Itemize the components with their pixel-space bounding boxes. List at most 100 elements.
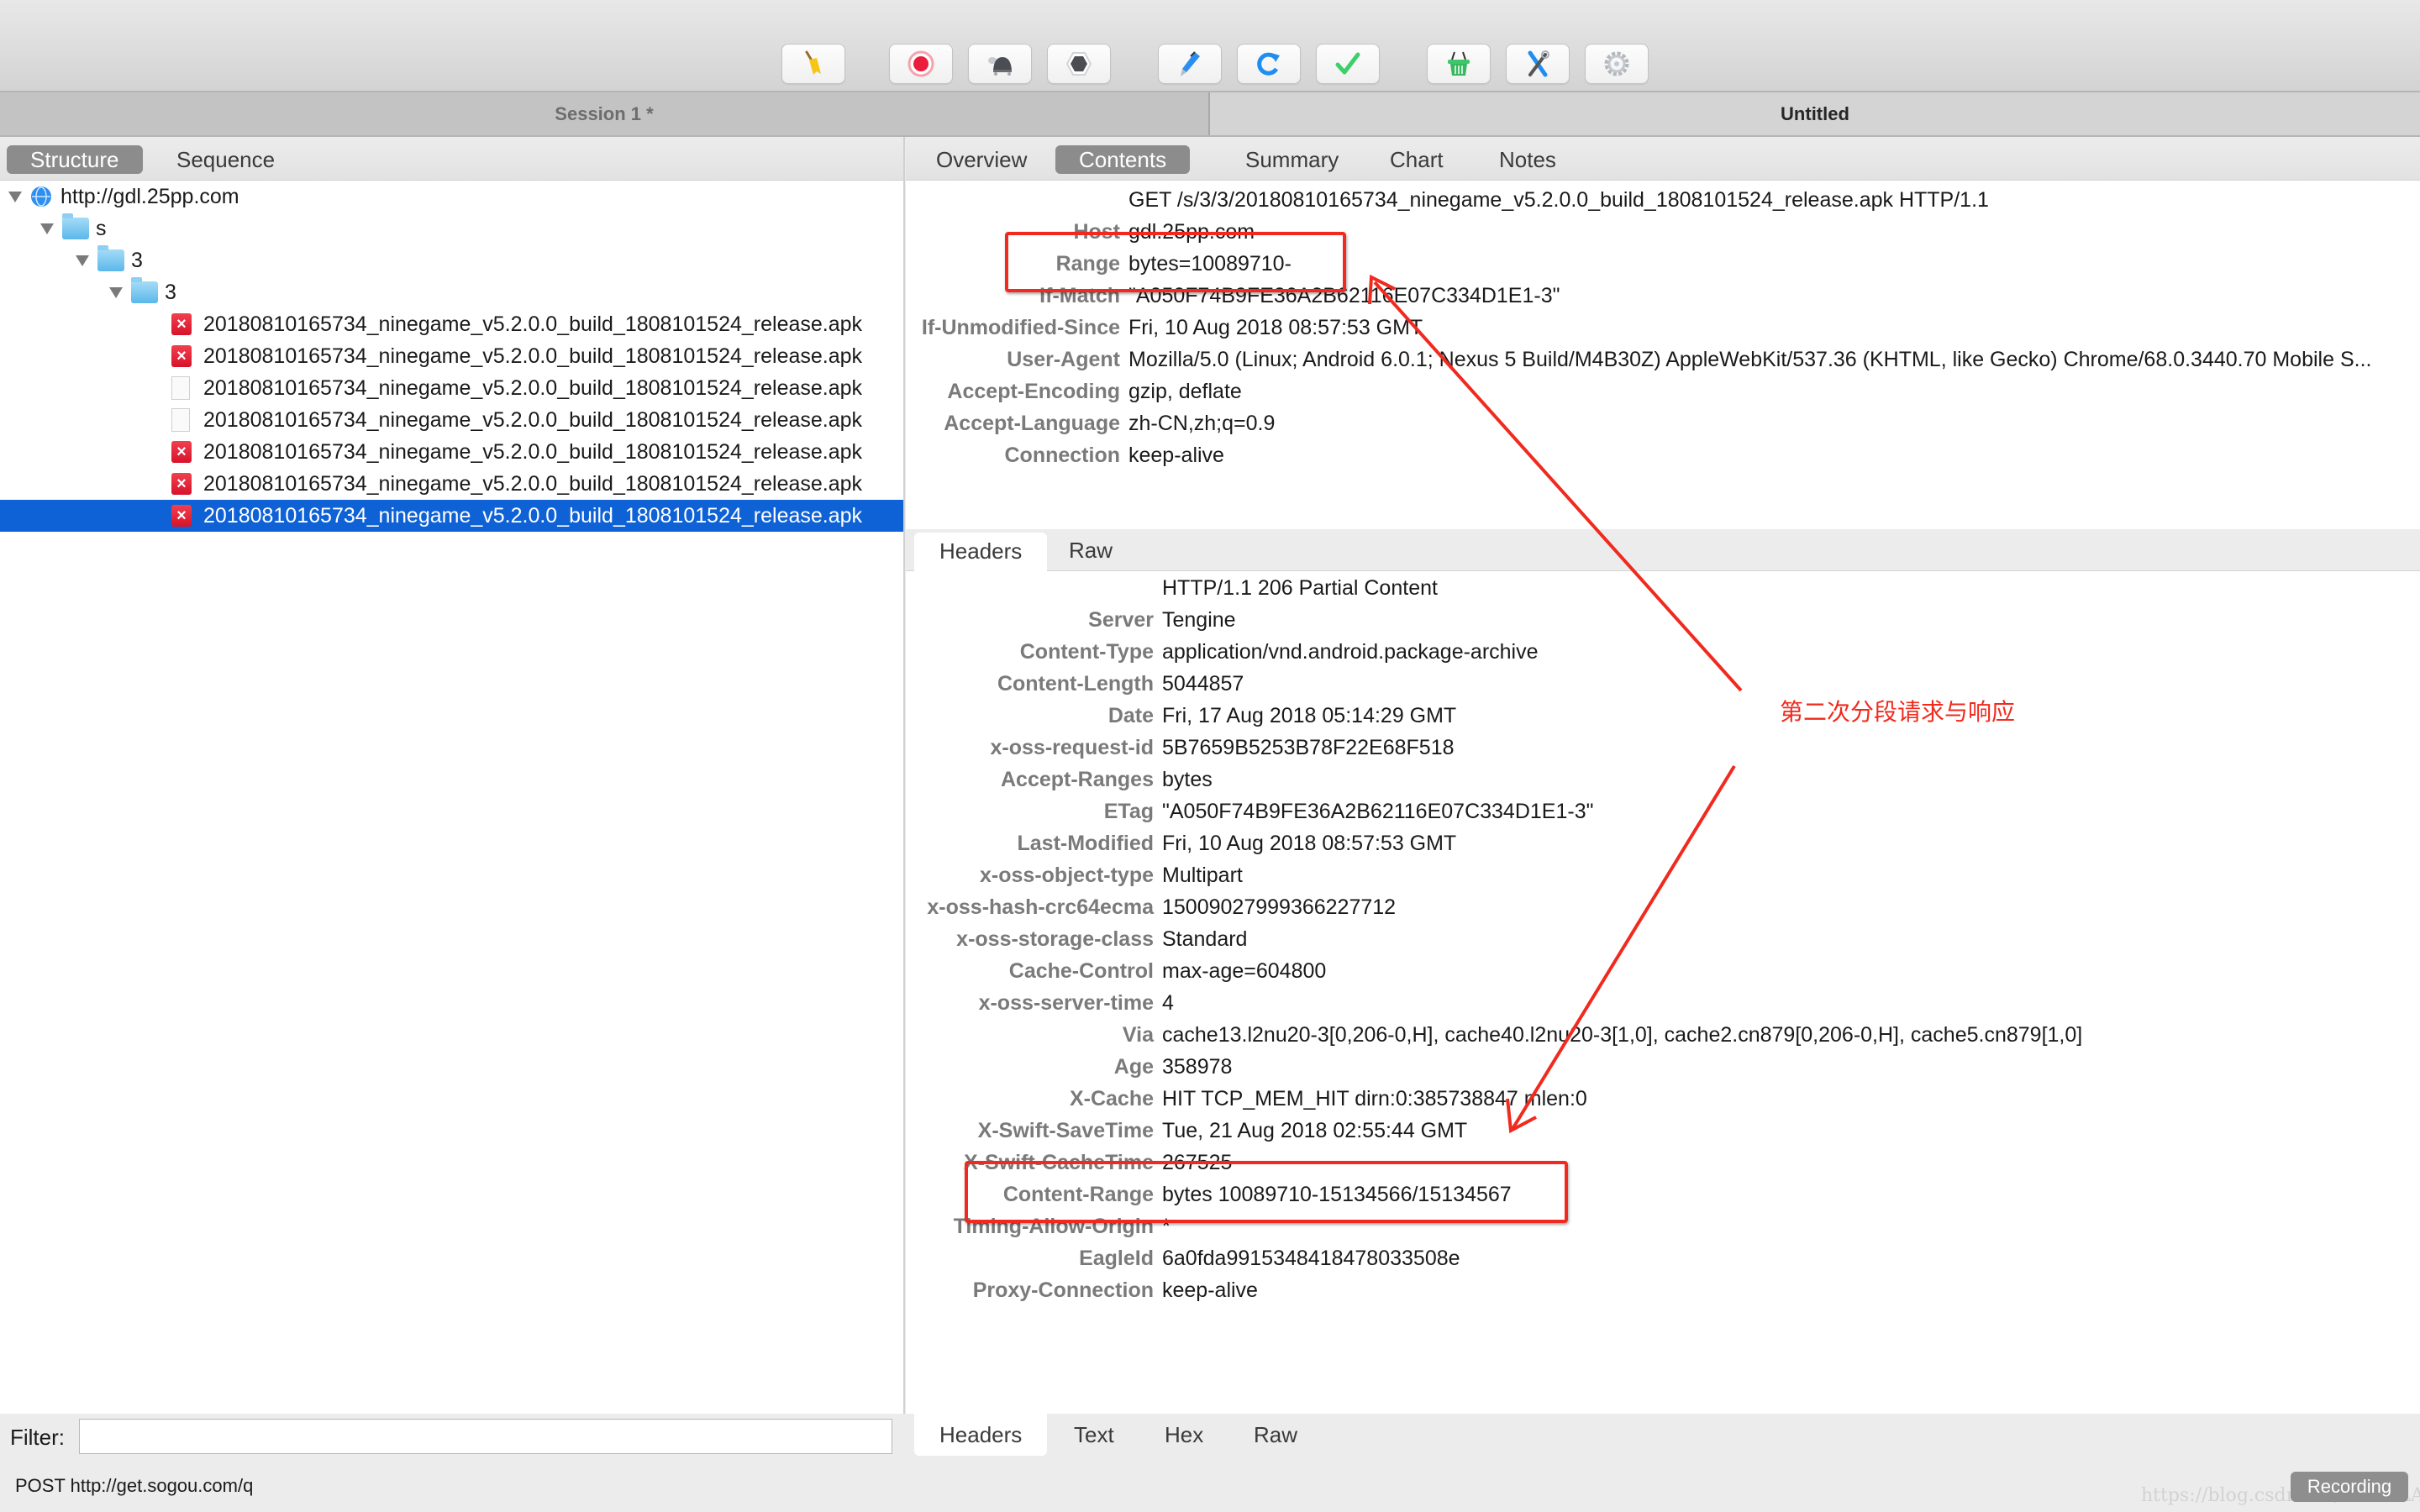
refresh-icon [1257, 52, 1280, 76]
header-value: keep-alive [1128, 443, 1224, 467]
status-line: HTTP/1.1 206 Partial Content [906, 572, 2420, 604]
header-name: Cache-Control [1008, 958, 1154, 983]
tab-request-raw[interactable]: Raw [1044, 529, 1138, 571]
tree-folder-row[interactable]: 3 [0, 276, 903, 308]
header-value: keep-alive [1162, 1278, 1258, 1302]
annotation-box-content-range [965, 1161, 1568, 1223]
header-value: 6a0fda9915348418478033508e [1162, 1246, 1460, 1270]
header-row: Cache-Control max-age=604800 [906, 955, 2420, 987]
header-value: 5B7659B5253B78F22E68F518 [1162, 735, 1455, 759]
header-name: x-oss-hash-crc64ecma [927, 895, 1154, 919]
validate-button[interactable] [1316, 44, 1380, 84]
throttle-button[interactable] [968, 44, 1032, 84]
breakpoints-button[interactable] [1047, 44, 1111, 84]
tools-basket-button[interactable] [1427, 44, 1491, 84]
header-row: x-oss-storage-class Standard [906, 923, 2420, 955]
header-row: X-Cache HIT TCP_MEM_HIT dirn:0:385738847 … [906, 1083, 2420, 1115]
tab-response-text[interactable]: Text [1049, 1414, 1139, 1456]
header-name: Via [1122, 1022, 1154, 1047]
tree-file-row[interactable]: × 20180810165734_ninegame_v5.2.0.0_build_… [0, 468, 903, 500]
tab-response-raw[interactable]: Raw [1228, 1414, 1323, 1456]
compose-button[interactable] [1158, 44, 1222, 84]
header-row: Accept-Language zh-CN,zh;q=0.9 [906, 407, 2420, 439]
tab-sequence[interactable]: Sequence [153, 145, 298, 174]
header-name: Date [1107, 703, 1154, 727]
tree-host-row[interactable]: http://gdl.25pp.com [0, 181, 903, 213]
session-tab-session-1[interactable]: Session 1 * [0, 92, 1210, 135]
tab-response-hex[interactable]: Hex [1139, 1414, 1228, 1456]
status-bar: POST http://get.sogou.com/q https://blog… [0, 1462, 2420, 1512]
detail-tabs: Overview Contents Summary Chart Notes [906, 137, 2420, 181]
tree-file-row[interactable]: 20180810165734_ninegame_v5.2.0.0_build_1… [0, 404, 903, 436]
header-value: Fri, 10 Aug 2018 08:57:53 GMT [1162, 831, 1457, 855]
clear-button[interactable] [781, 44, 845, 84]
tab-notes[interactable]: Notes [1476, 145, 1580, 174]
header-row: Accept-Ranges bytes [906, 764, 2420, 795]
tree-file-row[interactable]: × 20180810165734_ninegame_v5.2.0.0_build_… [0, 500, 903, 532]
header-row: User-Agent Mozilla/5.0 (Linux; Android 6.… [906, 344, 2420, 375]
header-name: If-Unmodified-Since [921, 315, 1120, 339]
disclosure-triangle-icon[interactable] [76, 255, 89, 266]
recording-badge[interactable]: Recording [2291, 1472, 2408, 1502]
tab-structure[interactable]: Structure [7, 145, 143, 174]
error-icon: × [171, 313, 192, 335]
header-name: Last-Modified [1017, 831, 1155, 855]
session-tab-bar: Session 1 * Untitled [0, 92, 2420, 137]
header-name: x-oss-server-time [978, 990, 1154, 1015]
tree-folder-row[interactable]: 3 [0, 244, 903, 276]
request-view-tabs: Headers Raw [906, 529, 2420, 571]
header-row: If-Unmodified-Since Fri, 10 Aug 2018 08:5… [906, 312, 2420, 344]
tree-file-label: 20180810165734_ninegame_v5.2.0.0_build_1… [203, 407, 863, 432]
header-value: gzip, deflate [1128, 379, 1242, 403]
repeat-button[interactable] [1237, 44, 1301, 84]
header-row: Date Fri, 17 Aug 2018 05:14:29 GMT [906, 700, 2420, 732]
tree-file-label: 20180810165734_ninegame_v5.2.0.0_build_1… [203, 344, 863, 368]
header-value: 358978 [1162, 1054, 1233, 1079]
tree-file-label: 20180810165734_ninegame_v5.2.0.0_build_1… [203, 312, 863, 336]
header-row: Content-Length 5044857 [906, 668, 2420, 700]
disclosure-triangle-icon[interactable] [40, 223, 54, 234]
header-row: Content-Type application/vnd.android.pack… [906, 636, 2420, 668]
preferences-button[interactable] [1585, 44, 1649, 84]
tree-file-label: 20180810165734_ninegame_v5.2.0.0_build_1… [203, 471, 863, 496]
header-name: Accept-Encoding [947, 379, 1120, 403]
header-row: Connection keep-alive [906, 439, 2420, 471]
tab-overview[interactable]: Overview [913, 145, 1050, 174]
tree-folder-row[interactable]: s [0, 213, 903, 244]
tree-file-row[interactable]: × 20180810165734_ninegame_v5.2.0.0_build_… [0, 436, 903, 468]
record-icon [908, 50, 934, 77]
disclosure-triangle-icon[interactable] [8, 191, 22, 202]
tree-file-row[interactable]: × 20180810165734_ninegame_v5.2.0.0_build_… [0, 340, 903, 372]
structure-panel: Structure Sequence http://gdl.25pp.com s… [0, 137, 905, 1414]
tree-file-label: 20180810165734_ninegame_v5.2.0.0_build_1… [203, 375, 863, 400]
header-row: EagleId 6a0fda9915348418478033508e [906, 1242, 2420, 1274]
tree-file-row[interactable]: × 20180810165734_ninegame_v5.2.0.0_build_… [0, 308, 903, 340]
tab-request-headers[interactable]: Headers [914, 533, 1048, 571]
settings-button[interactable] [1506, 44, 1570, 84]
disclosure-triangle-icon[interactable] [109, 286, 123, 298]
header-value: Tue, 21 Aug 2018 02:55:44 GMT [1162, 1118, 1468, 1142]
tab-chart[interactable]: Chart [1366, 145, 1467, 174]
tree-folder-label: 3 [131, 248, 143, 272]
header-name: x-oss-object-type [980, 863, 1154, 887]
header-value: zh-CN,zh;q=0.9 [1128, 411, 1276, 435]
header-row: x-oss-hash-crc64ecma 15009027999366227712 [906, 891, 2420, 923]
toolbar [0, 0, 2420, 92]
tree-file-label: 20180810165734_ninegame_v5.2.0.0_build_1… [203, 439, 863, 464]
status-text: POST http://get.sogou.com/q [15, 1475, 254, 1496]
tab-contents[interactable]: Contents [1055, 145, 1191, 174]
header-value: "A050F74B9FE36A2B62116E07C334D1E1-3" [1162, 799, 1594, 823]
header-name: Accept-Ranges [1001, 767, 1154, 791]
filter-input[interactable] [79, 1419, 892, 1454]
document-icon [171, 408, 190, 432]
tab-response-headers[interactable]: Headers [914, 1414, 1048, 1456]
tree-file-row[interactable]: 20180810165734_ninegame_v5.2.0.0_build_1… [0, 372, 903, 404]
error-icon: × [171, 505, 192, 527]
session-tab-untitled[interactable]: Untitled [1210, 92, 2420, 135]
filter-label: Filter: [10, 1424, 65, 1450]
turtle-icon [988, 57, 1012, 76]
record-button[interactable] [889, 44, 953, 84]
error-icon: × [171, 473, 192, 495]
tab-summary[interactable]: Summary [1222, 145, 1362, 174]
header-value: Standard [1162, 927, 1248, 951]
